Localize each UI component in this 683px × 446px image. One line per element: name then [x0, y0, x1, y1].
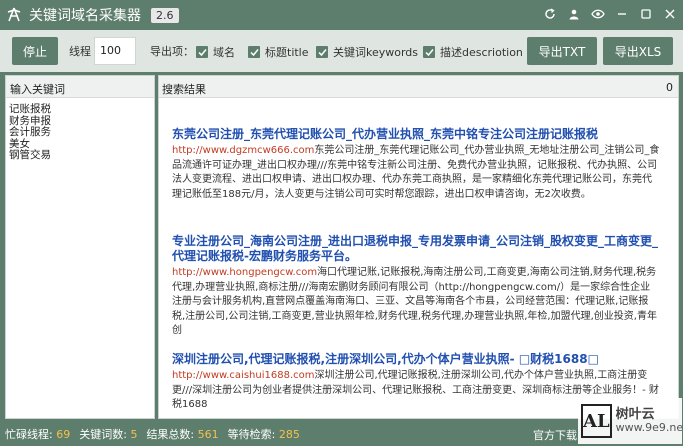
status-results-value: 561	[197, 428, 219, 441]
status-waiting: 等待检索: 285	[228, 426, 300, 442]
result-url-link[interactable]: http://www.dgzmcw666.com	[172, 145, 314, 156]
checkbox-checked-icon[interactable]	[316, 46, 328, 58]
result-title-link[interactable]: 专业注册公司_海南公司注册_进出口退税申报_专用发票申请_公司注销_股权变更_工…	[172, 234, 660, 264]
result-title-link[interactable]: 东莞公司注册_东莞代理记账公司_代办营业执照_东莞中铭专注公司注册记账报税	[172, 127, 660, 142]
stop-button[interactable]: 停止	[12, 37, 58, 65]
thread-input[interactable]: 100	[94, 37, 136, 65]
app-title: 关键词域名采集器	[29, 8, 141, 24]
keyword-input[interactable]: 记账报税 财务申报 会计服务 美女 钢管交易	[6, 98, 154, 168]
refresh-icon[interactable]	[543, 7, 557, 21]
export-txt-button[interactable]: 导出TXT	[527, 37, 597, 65]
status-results-label: 结果总数:	[146, 428, 195, 441]
results-panel-header: 搜索结果 0	[159, 76, 678, 98]
results-panel: 搜索结果 0 东莞公司注册_东莞代理记账公司_代办营业执照_东莞中铭专注公司注册…	[158, 75, 679, 419]
checkbox-keywords-label: 关键词keywords	[333, 46, 419, 59]
status-keywords-value: 5	[130, 428, 138, 441]
export-xls-button[interactable]: 导出XLS	[603, 37, 673, 65]
eye-icon[interactable]	[591, 7, 605, 21]
result-url-link[interactable]: http://www.caishui1688.com	[172, 370, 315, 381]
official-download-link[interactable]: 官方下载	[533, 427, 577, 443]
watermark: AL 树叶云 www.9e9.net	[578, 398, 683, 444]
status-busy-threads-label: 忙碌线程:	[5, 428, 53, 441]
version-badge: 2.6	[151, 7, 179, 23]
checkbox-title[interactable]: 标题title	[248, 44, 309, 60]
toolbar: 停止 线程 100 导出项： 域名 标题title 关键词keywords 描述…	[0, 30, 683, 72]
status-waiting-label: 等待检索:	[227, 428, 276, 441]
result-title-link[interactable]: 深圳注册公司,代理记账报税,注册深圳公司,代办个体户营业执照- □财税1688□	[172, 352, 660, 367]
keyword-item[interactable]: 钢管交易	[9, 149, 151, 162]
status-results: 结果总数: 561	[146, 426, 218, 442]
results-count: 0	[666, 81, 673, 94]
checkbox-checked-icon[interactable]	[423, 46, 435, 58]
checkbox-description[interactable]: 描述descriotion	[423, 44, 523, 60]
results-header-label: 搜索结果	[162, 83, 206, 96]
status-busy-threads: 忙碌线程: 69	[5, 426, 70, 442]
keyword-item[interactable]: 会计服务	[9, 126, 151, 139]
keyword-panel: 输入关键词 记账报税 财务申报 会计服务 美女 钢管交易	[5, 75, 155, 419]
status-keywords: 关键词数: 5	[79, 426, 137, 442]
export-label: 导出项：	[150, 45, 194, 58]
result-item: 东莞公司注册_东莞代理记账公司_代办营业执照_东莞中铭专注公司注册记账报税 ht…	[172, 127, 660, 201]
checkbox-checked-icon[interactable]	[196, 46, 208, 58]
maximize-icon[interactable]	[639, 7, 653, 21]
checkbox-domain[interactable]: 域名	[196, 44, 235, 60]
status-keywords-label: 关键词数:	[79, 428, 127, 441]
result-url-link[interactable]: http://www.hongpengcw.com	[172, 267, 317, 278]
keyword-panel-header: 输入关键词	[6, 76, 154, 98]
minimize-icon[interactable]	[615, 7, 629, 21]
watermark-name: 树叶云	[615, 407, 655, 422]
status-waiting-value: 285	[278, 428, 300, 441]
watermark-site: www.9e9.net	[615, 421, 683, 434]
checkbox-checked-icon[interactable]	[248, 46, 260, 58]
app-logo-icon	[5, 6, 23, 24]
checkbox-title-label: 标题title	[265, 46, 309, 59]
checkbox-domain-label: 域名	[213, 46, 235, 59]
close-icon[interactable]	[663, 7, 677, 21]
status-busy-threads-value: 69	[56, 428, 71, 441]
watermark-logo: AL	[581, 404, 612, 438]
thread-label: 线程	[69, 45, 91, 58]
user-icon[interactable]	[567, 7, 581, 21]
checkbox-description-label: 描述descriotion	[440, 46, 523, 59]
keyword-item[interactable]: 记账报税	[9, 103, 151, 116]
checkbox-keywords[interactable]: 关键词keywords	[316, 44, 418, 60]
title-bar: 关键词域名采集器 2.6	[0, 0, 683, 30]
result-item: 专业注册公司_海南公司注册_进出口退税申报_专用发票申请_公司注销_股权变更_工…	[172, 234, 660, 338]
